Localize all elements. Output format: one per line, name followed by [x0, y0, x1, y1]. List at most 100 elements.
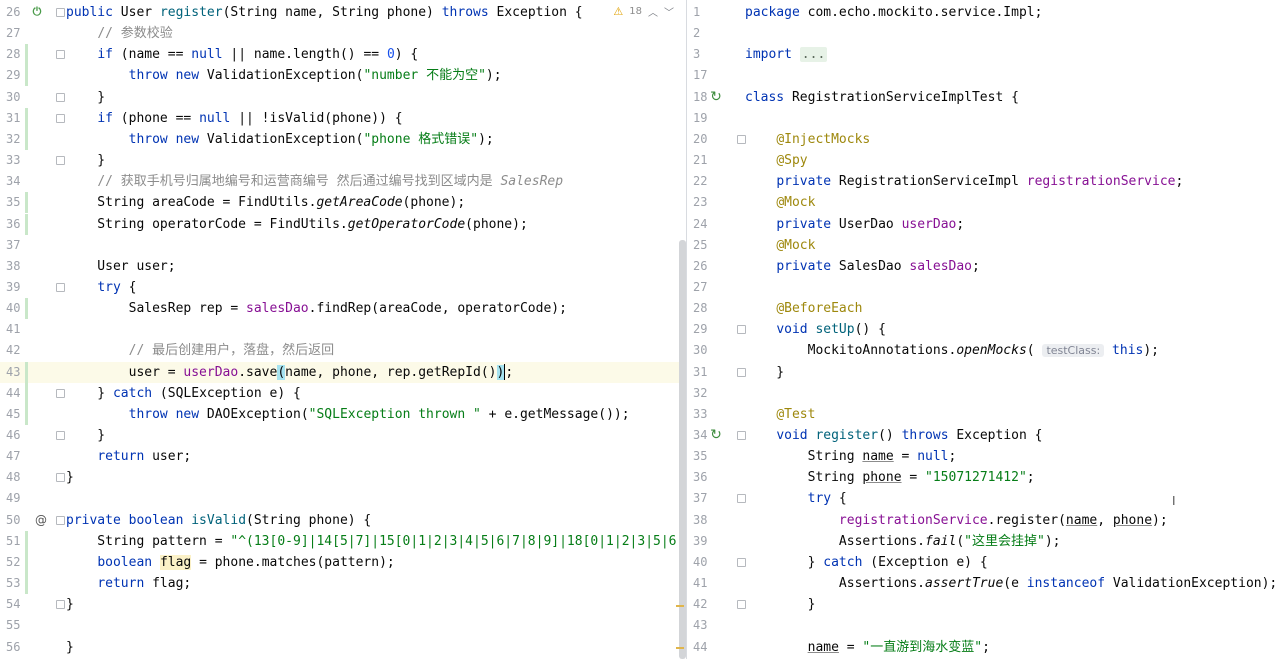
code-line[interactable]: 28 @BeforeEach — [687, 298, 1280, 319]
run-test-icon[interactable]: ↻ — [709, 90, 723, 104]
code-line[interactable]: 39 Assertions.fail("这里会挂掉"); — [687, 531, 1280, 552]
code-text[interactable]: } catch (SQLException e) { — [66, 383, 301, 404]
line-number[interactable]: 38 — [693, 510, 719, 531]
line-number[interactable]: 27 — [6, 23, 32, 44]
code-text[interactable]: @Spy — [745, 150, 807, 171]
code-text[interactable]: String operatorCode = FindUtils.getOpera… — [66, 214, 528, 235]
code-text[interactable]: } — [66, 594, 74, 615]
code-text[interactable]: @Mock — [745, 192, 815, 213]
error-stripe-mark[interactable] — [676, 605, 684, 607]
line-number[interactable]: 29 — [693, 319, 719, 340]
code-line[interactable]: 44 } catch (SQLException e) { — [0, 382, 686, 404]
code-line[interactable]: 35 String name = null; — [687, 446, 1280, 467]
code-line[interactable]: 32 — [687, 383, 1280, 404]
line-number[interactable]: 17 — [693, 65, 719, 86]
vcs-change-marker[interactable] — [25, 213, 28, 235]
line-number[interactable]: 40 — [6, 298, 32, 319]
code-text[interactable]: throw new ValidationException("number 不能… — [66, 65, 502, 86]
right-editor-pane[interactable]: 1 package com.echo.mockito.service.Impl; 2… — [686, 0, 1280, 659]
vcs-change-marker[interactable] — [25, 128, 28, 150]
code-text[interactable]: boolean flag = phone.matches(pattern); — [66, 552, 395, 573]
code-line[interactable]: 32 throw new ValidationException("phone … — [0, 128, 686, 150]
code-text[interactable]: String pattern = "^(13[0-9]|14[5|7]|15[0… — [66, 531, 676, 552]
fold-icon[interactable] — [56, 156, 65, 166]
line-number[interactable]: 1 — [693, 2, 719, 23]
code-text[interactable]: registrationService.register(name, phone… — [745, 510, 1168, 531]
code-text[interactable]: @InjectMocks — [745, 129, 870, 150]
code-line[interactable]: 20 @InjectMocks — [687, 129, 1280, 150]
code-line[interactable]: 33 @Test — [687, 404, 1280, 425]
vcs-change-marker[interactable] — [25, 192, 28, 214]
code-line[interactable]: 36 String phone = "15071271412"; — [687, 467, 1280, 488]
line-number[interactable]: 39 — [693, 531, 719, 552]
line-number[interactable]: 36 — [6, 214, 32, 235]
code-line[interactable]: 43 user = userDao.save(name, phone, rep.… — [0, 361, 686, 383]
vcs-change-marker[interactable] — [25, 551, 28, 573]
line-number[interactable]: 22 — [693, 171, 719, 192]
line-number[interactable]: 24 — [693, 214, 719, 235]
code-line[interactable]: 3 import ... — [687, 44, 1280, 65]
code-line[interactable]: 40 } catch (Exception e) { — [687, 552, 1280, 573]
code-text[interactable]: MockitoAnnotations.openMocks( testClass:… — [745, 340, 1159, 361]
line-number[interactable]: 28 — [693, 298, 719, 319]
code-text[interactable]: } — [66, 150, 105, 171]
vcs-change-marker[interactable] — [25, 403, 28, 425]
vcs-change-marker[interactable] — [25, 107, 28, 129]
code-text[interactable]: void register() throws Exception { — [745, 425, 1042, 446]
line-number[interactable]: 35 — [693, 446, 719, 467]
code-line[interactable]: 49 — [0, 488, 686, 509]
line-number[interactable]: 33 — [6, 150, 32, 171]
code-text[interactable]: Assertions.assertTrue(e instanceof Valid… — [745, 573, 1277, 594]
code-text[interactable]: } — [745, 594, 816, 615]
code-text[interactable]: // 参数校验 — [66, 23, 172, 44]
line-number[interactable]: 47 — [6, 446, 32, 467]
code-text[interactable]: } — [66, 87, 105, 108]
code-text[interactable]: } — [745, 362, 784, 383]
code-text[interactable]: } — [66, 637, 74, 658]
code-line[interactable]: 22 private RegistrationServiceImpl regis… — [687, 171, 1280, 192]
left-scrollbar[interactable] — [678, 0, 686, 659]
code-text[interactable]: if (phone == null || !isValid(phone)) { — [66, 108, 402, 129]
chevron-down-icon[interactable]: ﹀ — [664, 4, 674, 19]
annotation-gutter-icon[interactable]: @ — [34, 513, 48, 527]
line-number[interactable]: 21 — [693, 150, 719, 171]
line-number[interactable]: 54 — [6, 594, 32, 615]
code-text[interactable]: Assertions.fail("这里会挂掉"); — [745, 531, 1061, 552]
code-text[interactable]: User user; — [66, 256, 175, 277]
line-number[interactable]: 2 — [693, 23, 719, 44]
line-number[interactable]: 3 — [693, 44, 719, 65]
code-text[interactable]: String phone = "15071271412"; — [745, 467, 1035, 488]
code-text[interactable]: } — [66, 467, 74, 488]
code-text[interactable]: user = userDao.save(name, phone, rep.get… — [66, 362, 513, 383]
line-number[interactable]: 52 — [6, 552, 32, 573]
code-line[interactable]: 26 private SalesDao salesDao; — [687, 256, 1280, 277]
line-number[interactable]: 41 — [693, 573, 719, 594]
code-text[interactable]: @Mock — [745, 235, 815, 256]
line-number[interactable]: 23 — [693, 192, 719, 213]
code-line[interactable]: 39 try { — [0, 277, 686, 298]
code-text[interactable]: private boolean isValid(String phone) { — [66, 510, 371, 531]
code-line[interactable]: 51 String pattern = "^(13[0-9]|14[5|7]|1… — [0, 530, 686, 552]
code-line[interactable]: 24 private UserDao userDao; — [687, 214, 1280, 235]
code-line[interactable]: 36 String operatorCode = FindUtils.getOp… — [0, 213, 686, 235]
code-line[interactable]: 48} — [0, 467, 686, 488]
code-text[interactable]: private SalesDao salesDao; — [745, 256, 980, 277]
code-line[interactable]: 55 — [0, 615, 686, 636]
implements-icon[interactable]: ⏻ — [30, 5, 44, 19]
code-line[interactable]: 29 void setUp() { — [687, 319, 1280, 340]
line-number[interactable]: 30 — [6, 87, 32, 108]
code-line[interactable]: 45 throw new DAOException("SQLException … — [0, 403, 686, 425]
code-text[interactable]: import ... — [745, 44, 828, 65]
code-line[interactable]: 33 } — [0, 150, 686, 171]
code-line[interactable]: 41 — [0, 319, 686, 340]
line-number[interactable]: 39 — [6, 277, 32, 298]
line-number[interactable]: 44 — [693, 637, 719, 658]
line-number[interactable]: 33 — [693, 404, 719, 425]
code-text[interactable]: public User register(String name, String… — [66, 2, 583, 23]
code-line[interactable]: 40 SalesRep rep = salesDao.findRep(areaC… — [0, 298, 686, 320]
left-editor-pane[interactable]: 26 ⏻ public User register(String name, Str… — [0, 0, 686, 659]
line-number[interactable]: 34 — [6, 171, 32, 192]
code-line[interactable]: 2 — [687, 23, 1280, 44]
code-line[interactable]: 47 return user; — [0, 446, 686, 467]
line-number[interactable]: 37 — [693, 488, 719, 509]
